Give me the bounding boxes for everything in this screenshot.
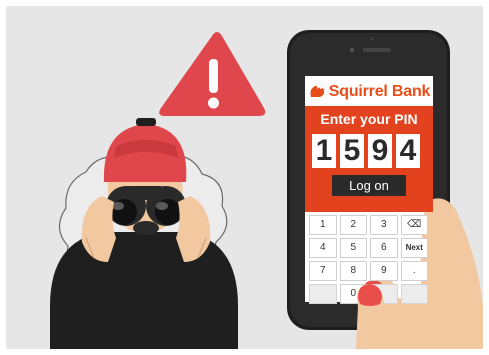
illustration-frame: Squirrel Bank Enter your PIN 1 5 9 4 Log… bbox=[0, 0, 489, 355]
pin-prompt: Enter your PIN bbox=[320, 111, 418, 127]
key-0[interactable]: 0 bbox=[339, 284, 367, 304]
squirrel-logo-icon bbox=[308, 81, 326, 104]
bank-header: Squirrel Bank bbox=[305, 80, 433, 104]
pin-digit: 9 bbox=[368, 134, 392, 168]
key-blank bbox=[400, 284, 428, 304]
key-1[interactable]: 1 bbox=[309, 215, 337, 235]
log-on-button[interactable]: Log on bbox=[332, 175, 406, 196]
key-9[interactable]: 9 bbox=[370, 261, 398, 281]
key-5[interactable]: 5 bbox=[339, 238, 367, 258]
key-2[interactable]: 2 bbox=[339, 215, 367, 235]
pin-digit: 4 bbox=[396, 134, 420, 168]
pin-digit: 5 bbox=[340, 134, 364, 168]
numeric-keypad: 1 2 3 ⌫ 4 5 6 Next 7 8 9 . 0 bbox=[309, 215, 431, 304]
key-6[interactable]: 6 bbox=[370, 238, 398, 258]
key-4[interactable]: 4 bbox=[309, 238, 337, 258]
warning-triangle-icon bbox=[159, 32, 266, 116]
key-8[interactable]: 8 bbox=[339, 261, 367, 281]
pin-entry-screen: Squirrel Bank Enter your PIN 1 5 9 4 Log… bbox=[305, 76, 433, 304]
key-dot[interactable]: . bbox=[400, 261, 428, 281]
pin-digit: 1 bbox=[312, 134, 336, 168]
key-3[interactable]: 3 bbox=[370, 215, 398, 235]
key-7[interactable]: 7 bbox=[309, 261, 337, 281]
key-blank bbox=[370, 284, 398, 304]
key-blank bbox=[309, 284, 337, 304]
pin-digits: 1 5 9 4 bbox=[312, 134, 420, 168]
next-key[interactable]: Next bbox=[400, 238, 428, 258]
backspace-icon[interactable]: ⌫ bbox=[400, 215, 428, 235]
spy-figure bbox=[50, 118, 238, 349]
illustration-background: Squirrel Bank Enter your PIN 1 5 9 4 Log… bbox=[6, 6, 483, 349]
bank-name: Squirrel Bank bbox=[328, 83, 431, 100]
